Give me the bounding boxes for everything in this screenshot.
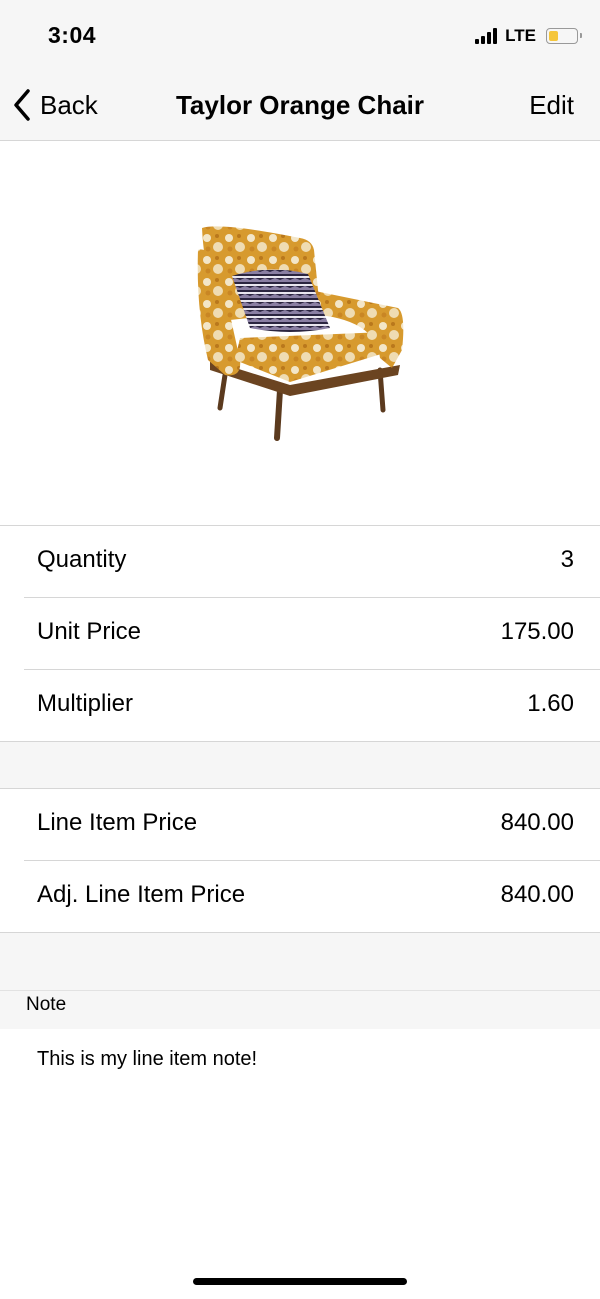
row-value: 3 [560,546,574,573]
note-section-header: Note [0,990,600,1029]
row-value: 1.60 [527,690,574,717]
row-label: Quantity [37,546,127,573]
row-value: 840.00 [500,881,574,908]
network-type-label: LTE [505,26,536,45]
pricing-section: Quantity 3 Unit Price 175.00 Multiplier … [0,525,600,742]
list-item-multiplier[interactable]: Multiplier 1.60 [24,670,600,741]
row-label: Line Item Price [37,809,198,836]
note-header-label: Note [26,994,67,1015]
cellular-signal-icon [475,28,498,44]
product-image [180,210,420,450]
row-label: Multiplier [37,690,134,717]
row-label: Unit Price [37,618,142,645]
home-indicator[interactable] [193,1278,407,1285]
section-separator [0,742,600,788]
battery-level-fill [549,31,558,41]
row-label: Adj. Line Item Price [37,881,246,908]
status-time: 3:04 [48,22,97,48]
list-item-line-item-price[interactable]: Line Item Price 840.00 [24,789,600,861]
edit-button[interactable]: Edit [529,90,574,121]
list-item-adj-line-item-price[interactable]: Adj. Line Item Price 840.00 [24,861,600,932]
list-item-quantity[interactable]: Quantity 3 [24,526,600,598]
navigation-bar: Back Taylor Orange Chair Edit [0,72,600,141]
status-bar: 3:04 LTE [0,0,600,72]
section-separator [0,933,600,990]
battery-icon [546,28,582,44]
page-title: Taylor Orange Chair [175,90,425,120]
row-value: 175.00 [500,618,574,645]
row-value: 840.00 [500,809,574,836]
note-text[interactable]: This is my line item note! [37,1048,257,1071]
status-indicators: LTE [475,26,582,46]
list-item-unit-price[interactable]: Unit Price 175.00 [24,598,600,670]
chair-photo-icon [197,226,404,441]
totals-section: Line Item Price 840.00 Adj. Line Item Pr… [0,788,600,933]
